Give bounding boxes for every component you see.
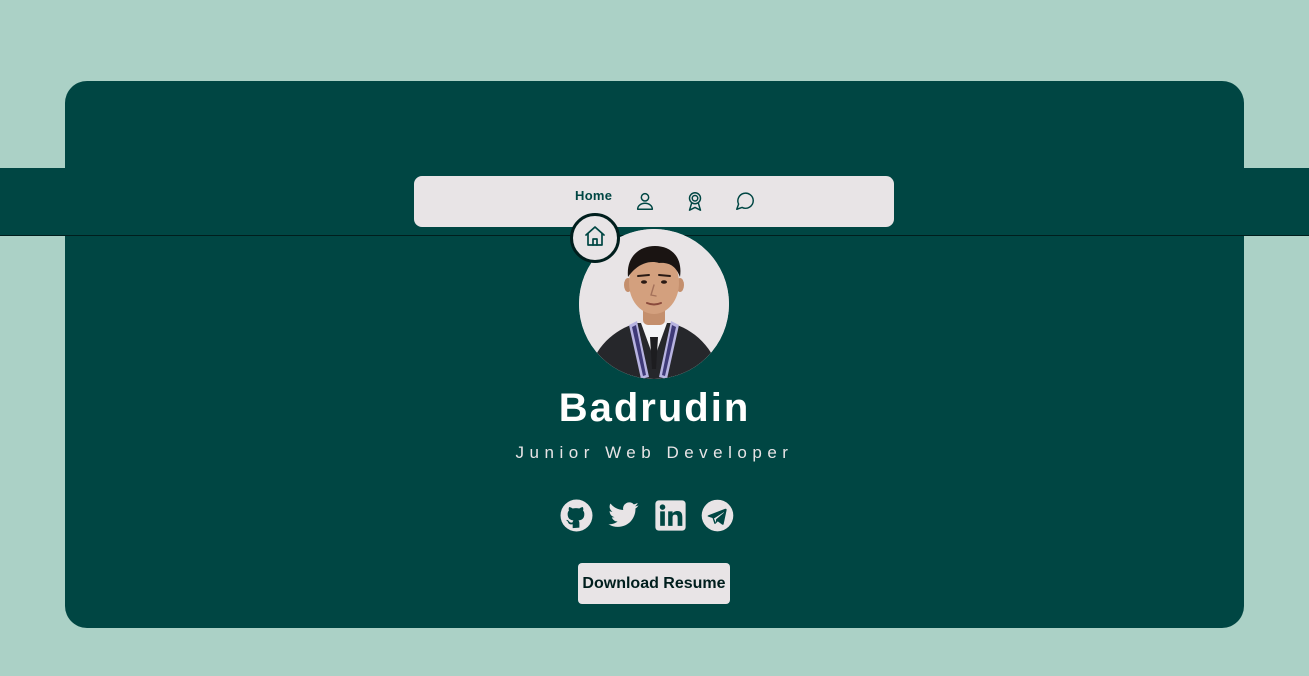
github-icon <box>560 499 593 537</box>
nav-about[interactable] <box>632 190 658 216</box>
nav-achievements[interactable] <box>682 190 708 216</box>
telegram-link[interactable] <box>701 499 734 537</box>
telegram-icon <box>701 499 734 537</box>
user-icon <box>634 190 656 217</box>
github-link[interactable] <box>560 499 593 537</box>
twitter-link[interactable] <box>607 501 640 534</box>
profile-name: Badrudin <box>558 386 751 430</box>
profile-role: Junior Web Developer <box>515 443 794 462</box>
award-icon <box>684 190 706 217</box>
linkedin-link[interactable] <box>654 499 687 537</box>
twitter-icon <box>607 499 640 537</box>
linkedin-icon <box>654 499 687 537</box>
nav-contact[interactable] <box>732 190 758 216</box>
home-icon <box>583 224 607 253</box>
download-resume-button[interactable]: Download Resume <box>578 563 730 604</box>
message-circle-icon <box>734 190 756 217</box>
social-links <box>560 499 734 537</box>
nav-home[interactable] <box>570 213 620 263</box>
nav-active-label: Home <box>575 188 613 203</box>
